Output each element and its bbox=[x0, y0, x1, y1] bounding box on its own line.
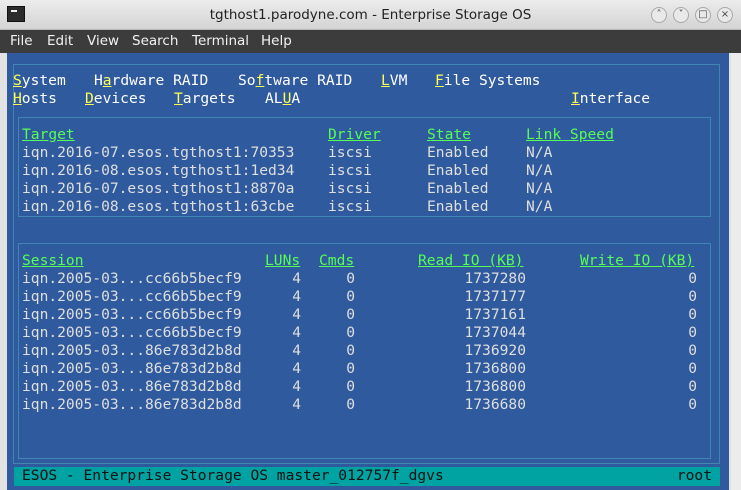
session-cmds: 0 bbox=[346, 306, 355, 323]
status-text: ESOS - Enterprise Storage OS master_0127… bbox=[22, 467, 444, 484]
col-header-luns: LUNs bbox=[265, 252, 301, 269]
nav-targets[interactable]: Targets bbox=[174, 90, 236, 108]
col-header-write-io: Write IO (KB) bbox=[580, 252, 695, 269]
target-link-speed: N/A bbox=[526, 180, 553, 197]
session-luns: 4 bbox=[292, 270, 301, 287]
session-write-io: 0 bbox=[688, 360, 697, 377]
window-titlebar: tgthost1.parodyne.com - Enterprise Stora… bbox=[0, 0, 741, 30]
menu-file[interactable]: File bbox=[10, 33, 33, 49]
target-state: Enabled bbox=[427, 198, 489, 215]
nav-file-systems[interactable]: File Systems bbox=[435, 72, 540, 90]
window-title: tgthost1.parodyne.com - Enterprise Stora… bbox=[209, 7, 532, 23]
session-write-io: 0 bbox=[688, 324, 697, 341]
terminal-scrollbar[interactable] bbox=[731, 53, 741, 490]
nav-system[interactable]: System bbox=[13, 72, 66, 90]
session-cmds: 0 bbox=[346, 378, 355, 395]
menu-help[interactable]: Help bbox=[261, 33, 292, 49]
session-luns: 4 bbox=[292, 342, 301, 359]
status-bar: ESOS - Enterprise Storage OS master_0127… bbox=[14, 467, 720, 486]
session-name: iqn.2005-03...cc66b5becf9 bbox=[22, 306, 242, 323]
col-header-cmds: Cmds bbox=[319, 252, 355, 269]
nav-interface[interactable]: Interface bbox=[571, 90, 650, 108]
target-name: iqn.2016-07.esos.tgthost1:8870a bbox=[22, 180, 295, 197]
target-state: Enabled bbox=[427, 144, 489, 161]
session-luns: 4 bbox=[292, 324, 301, 341]
nav-lvm[interactable]: LVM bbox=[381, 72, 407, 90]
session-read-io: 1736680 bbox=[464, 396, 526, 413]
session-read-io: 1736920 bbox=[464, 342, 526, 359]
target-driver: iscsi bbox=[328, 162, 372, 179]
session-write-io: 0 bbox=[688, 342, 697, 359]
session-cmds: 0 bbox=[346, 396, 355, 413]
session-read-io: 1736800 bbox=[464, 378, 526, 395]
nav-devices[interactable]: Devices bbox=[85, 90, 147, 108]
menu-search[interactable]: Search bbox=[132, 33, 178, 49]
session-name: iqn.2005-03...86e783d2b8d bbox=[22, 396, 242, 413]
terminal-area[interactable]: System Hardware RAID Software RAID LVM F… bbox=[0, 53, 741, 490]
nav-hardware-raid[interactable]: Hardware RAID bbox=[94, 72, 208, 90]
target-name: iqn.2016-08.esos.tgthost1:1ed34 bbox=[22, 162, 295, 179]
session-write-io: 0 bbox=[688, 306, 697, 323]
session-luns: 4 bbox=[292, 360, 301, 377]
session-cmds: 0 bbox=[346, 360, 355, 377]
col-header-target: Target bbox=[22, 126, 75, 143]
session-write-io: 0 bbox=[688, 288, 697, 305]
esos-screen: System Hardware RAID Software RAID LVM F… bbox=[7, 53, 729, 490]
session-read-io: 1737177 bbox=[464, 288, 526, 305]
session-write-io: 0 bbox=[688, 378, 697, 395]
session-name: iqn.2005-03...86e783d2b8d bbox=[22, 342, 242, 359]
target-driver: iscsi bbox=[328, 180, 372, 197]
target-driver: iscsi bbox=[328, 198, 372, 215]
session-cmds: 0 bbox=[346, 288, 355, 305]
chevron-up-icon[interactable]: ˄ bbox=[651, 7, 667, 23]
target-state: Enabled bbox=[427, 180, 489, 197]
close-icon[interactable]: × bbox=[717, 7, 733, 23]
col-header-session: Session bbox=[22, 252, 84, 269]
nav-software-raid[interactable]: Software RAID bbox=[238, 72, 352, 90]
nav-hosts[interactable]: Hosts bbox=[13, 90, 57, 108]
session-cmds: 0 bbox=[346, 342, 355, 359]
target-driver: iscsi bbox=[328, 144, 372, 161]
session-cmds: 0 bbox=[346, 324, 355, 341]
menu-terminal[interactable]: Terminal bbox=[192, 33, 249, 49]
target-link-speed: N/A bbox=[526, 198, 553, 215]
session-read-io: 1736800 bbox=[464, 360, 526, 377]
session-name: iqn.2005-03...cc66b5becf9 bbox=[22, 288, 242, 305]
minimize-icon[interactable]: □ bbox=[695, 7, 711, 23]
col-header-driver: Driver bbox=[328, 126, 381, 143]
session-name: iqn.2005-03...86e783d2b8d bbox=[22, 378, 242, 395]
session-luns: 4 bbox=[292, 396, 301, 413]
session-write-io: 0 bbox=[688, 396, 697, 413]
target-name: iqn.2016-07.esos.tgthost1:70353 bbox=[22, 144, 295, 161]
status-user: root bbox=[676, 467, 712, 484]
session-name: iqn.2005-03...cc66b5becf9 bbox=[22, 270, 242, 287]
session-luns: 4 bbox=[292, 378, 301, 395]
target-name: iqn.2016-08.esos.tgthost1:63cbe bbox=[22, 198, 295, 215]
target-link-speed: N/A bbox=[526, 162, 553, 179]
menu-edit[interactable]: Edit bbox=[47, 33, 73, 49]
session-read-io: 1737044 bbox=[464, 324, 526, 341]
session-luns: 4 bbox=[292, 306, 301, 323]
session-name: iqn.2005-03...cc66b5becf9 bbox=[22, 324, 242, 341]
target-state: Enabled bbox=[427, 162, 489, 179]
session-luns: 4 bbox=[292, 288, 301, 305]
col-header-link-speed: Link Speed bbox=[526, 126, 614, 143]
session-cmds: 0 bbox=[346, 270, 355, 287]
menu-view[interactable]: View bbox=[87, 33, 119, 49]
menubar: File Edit View Search Terminal Help bbox=[0, 30, 741, 53]
session-read-io: 1737280 bbox=[464, 270, 526, 287]
col-header-read-io: Read IO (KB) bbox=[418, 252, 524, 269]
session-read-io: 1737161 bbox=[464, 306, 526, 323]
col-header-state: State bbox=[427, 126, 471, 143]
session-name: iqn.2005-03...86e783d2b8d bbox=[22, 360, 242, 377]
chevron-down-icon[interactable]: ˅ bbox=[673, 7, 689, 23]
target-link-speed: N/A bbox=[526, 144, 553, 161]
nav-alua[interactable]: ALUA bbox=[265, 90, 300, 108]
session-write-io: 0 bbox=[688, 270, 697, 287]
